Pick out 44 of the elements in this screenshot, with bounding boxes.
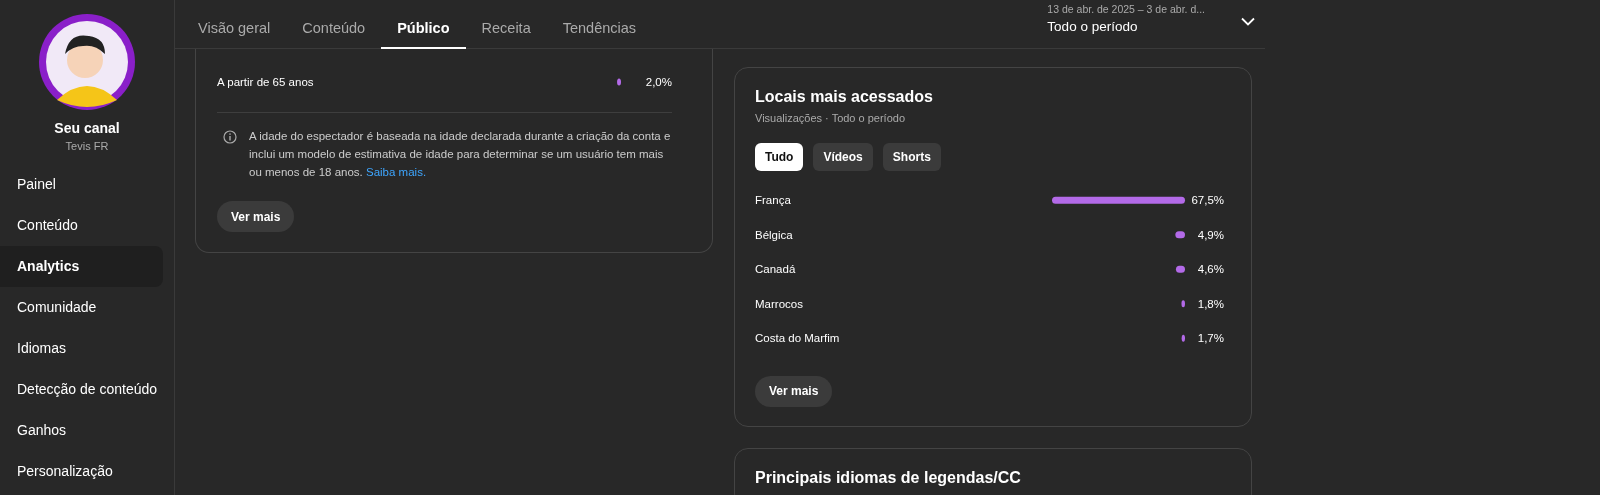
card-title: Principais idiomas de legendas/CC [755, 468, 1022, 487]
percentage-value: 4,9% [1197, 228, 1224, 241]
period-selector[interactable]: 13 de abr. de 2025 – 3 de abr. d... Todo o período [1047, 0, 1265, 48]
chevron-down-icon [1241, 17, 1255, 26]
percentage-bar [1181, 300, 1185, 308]
percentage-value: 1,7% [1197, 332, 1224, 345]
percentage-bar [1175, 231, 1185, 239]
percentage-bar [1175, 265, 1185, 273]
country-label: Costa do Marfim [755, 332, 840, 345]
card-title: Locais mais acessados [755, 88, 934, 106]
percentage-value: 4,6% [1197, 263, 1224, 276]
see-more-button[interactable]: Ver mais [217, 201, 295, 232]
info-icon [223, 130, 237, 144]
country-label: França [755, 194, 791, 207]
tab[interactable]: Tendências [546, 0, 653, 49]
see-more-button[interactable]: Ver mais [755, 375, 833, 407]
sidebar-item[interactable]: Detecção de conteúdo [0, 369, 163, 410]
sidebar-item[interactable]: Conteúdo [0, 205, 163, 246]
sidebar-item[interactable]: Personalização [0, 451, 163, 492]
percentage-bar [1181, 334, 1185, 342]
percentage-bar [617, 78, 621, 86]
sidebar-item[interactable]: Ganhos [0, 410, 163, 451]
sidebar-item[interactable]: Analytics [0, 246, 163, 287]
age-label: A partir de 65 anos [217, 76, 314, 88]
info-note: A idade do espectador é baseada na idade declarada durante a criação da conta e inclui um modelo de estimativa de idade para determinar se um usuário tem mais ou menos de 18 anos. Saiba mais. [249, 129, 672, 180]
filter-chip[interactable]: Shorts [882, 143, 941, 171]
percentage-value: 67,5% [1191, 194, 1224, 207]
tab[interactable]: Conteúdo [286, 0, 382, 49]
filter-chip[interactable]: Tudo [755, 143, 804, 171]
card-subtitle: Visualizações · Todo o período [755, 112, 907, 124]
percentage-value: 2,0% [645, 76, 672, 88]
sidebar-item[interactable]: Idiomas [0, 328, 163, 369]
country-label: Canadá [755, 263, 796, 276]
percentage-value: 1,8% [1197, 297, 1224, 310]
sidebar-item[interactable]: Painel [0, 164, 163, 205]
tab[interactable]: Receita [465, 0, 547, 49]
channel-title: Seu canal [54, 120, 120, 136]
learn-more-link[interactable]: Saiba mais. [366, 166, 427, 178]
tab[interactable]: Visão geral [198, 0, 287, 49]
sidebar-item[interactable]: Comunidade [0, 287, 163, 328]
country-label: Marrocos [755, 297, 803, 310]
country-label: Bélgica [755, 228, 793, 241]
channel-name: Tevis FR [65, 140, 109, 152]
filter-chip[interactable]: Vídeos [813, 143, 873, 171]
